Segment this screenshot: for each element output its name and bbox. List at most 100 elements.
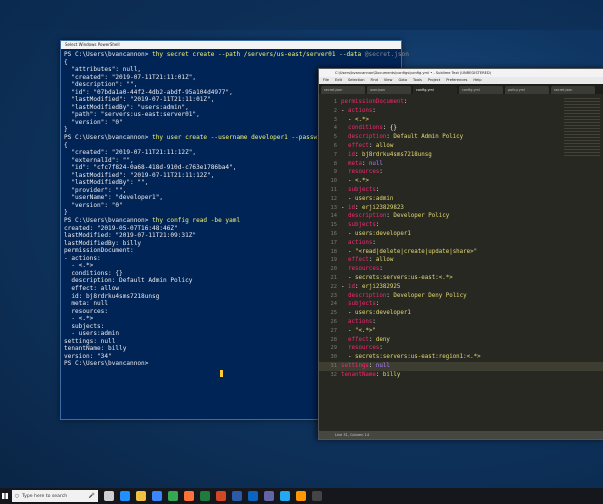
console-text: tenantName: billy (64, 345, 127, 353)
line-number: 31 (330, 362, 338, 369)
code-token: conditions (347, 125, 383, 132)
line-number: 9 (333, 169, 337, 176)
console-text: - users:admin (64, 330, 120, 338)
search-box[interactable]: ○ Type here to search 🎤 (12, 490, 98, 502)
editor-tab[interactable]: config.yml (459, 86, 503, 94)
code-line: - <.*> (341, 177, 481, 186)
sublime-icon[interactable] (296, 491, 306, 501)
search-placeholder: Type here to search (22, 493, 68, 499)
console-text: "lastModified": "2019-07-11T21:11:01Z", (64, 96, 215, 104)
chrome-icon[interactable] (168, 491, 178, 501)
code-token: - (341, 283, 348, 290)
menu-item-selection[interactable]: Selection (348, 78, 365, 82)
code-line: effect: deny (341, 336, 481, 345)
menu-item-preferences[interactable]: Preferences (446, 78, 467, 82)
editor-tab[interactable]: config.yml (413, 86, 457, 94)
code-token: allow (375, 142, 394, 149)
line-number: 22 (330, 283, 338, 290)
menu-item-find[interactable]: Find (371, 78, 378, 82)
console-line: PS C:\Users\bvancannon> thy secret creat… (64, 51, 409, 59)
editor-tab[interactable]: secret.json (551, 86, 595, 94)
powerpoint-icon[interactable] (216, 491, 226, 501)
code-line: - users:developer1 (341, 230, 481, 239)
vscode-icon[interactable] (280, 491, 290, 501)
menu-item-view[interactable]: View (384, 78, 393, 82)
microphone-icon[interactable]: 🎤 (89, 493, 95, 499)
code-line: subjects: (341, 186, 481, 195)
powershell-title[interactable]: Select Windows PowerShell (61, 41, 401, 49)
line-number: 23 (330, 292, 338, 299)
menu-item-goto[interactable]: Goto (398, 78, 407, 82)
sublime-title[interactable]: C:\Users\bvancannon\Documents\configs\co… (319, 69, 603, 77)
console-text: - <.*> (64, 262, 94, 270)
code-token: users:admin (354, 195, 394, 202)
code-line: effect: allow (341, 142, 481, 151)
console-text: "version": "0" (64, 201, 123, 209)
menu-item-file[interactable]: File (323, 78, 329, 82)
line-number: 29 (330, 345, 338, 352)
code-token: : (354, 151, 362, 158)
firefox-icon[interactable] (184, 491, 194, 501)
store-icon[interactable] (152, 491, 162, 501)
console-argument: @secret.json (364, 51, 409, 58)
minimap[interactable] (564, 98, 600, 158)
outlook-icon[interactable] (248, 491, 258, 501)
editor-tab[interactable]: secret.json (321, 86, 365, 94)
code-token: users:developer1 (354, 310, 411, 317)
code-line: resources: (341, 265, 481, 274)
code-token: : (372, 107, 376, 114)
editor-tab[interactable]: policy.yml (505, 86, 549, 94)
file-explorer-icon[interactable] (136, 491, 146, 501)
code-line: - "<.*>" (341, 327, 481, 336)
menu-item-edit[interactable]: Edit (335, 78, 342, 82)
code-token: secrets:servers:us-east:<.*> (354, 274, 453, 281)
code-line: - secrets:servers:us-east:<.*> (341, 274, 481, 283)
console-text: permissionDocument: (64, 247, 134, 255)
console-text: PS C:\Users\bvancannon> (64, 51, 153, 58)
code-token: resources (347, 345, 380, 352)
teams-icon[interactable] (264, 491, 274, 501)
console-text: "externalId": "", (64, 156, 134, 164)
code-line: id: bj8rdrku4sms7218unsg (341, 151, 481, 160)
code-token: Developer Deny Policy (393, 292, 467, 299)
editor-tab[interactable]: user.json (367, 86, 411, 94)
line-number: 7 (333, 151, 337, 158)
code-token: effect (347, 142, 369, 149)
task-view-icon[interactable] (104, 491, 114, 501)
sublime-window[interactable]: C:\Users\bvancannon\Documents\configs\co… (318, 68, 603, 440)
code-line: - "<read|delete|create|update|share>" (341, 248, 481, 257)
code-token: tenantName (341, 371, 376, 378)
code-token: : (375, 371, 383, 378)
code-token: allow (375, 257, 394, 264)
menu-item-help[interactable]: Help (473, 78, 481, 82)
menu-item-project[interactable]: Project (428, 78, 440, 82)
start-button[interactable] (0, 488, 10, 504)
code-token: : (403, 99, 408, 105)
console-text: description: Default Admin Policy (64, 277, 193, 285)
code-token: users:developer1 (354, 230, 411, 237)
edge-icon[interactable] (120, 491, 130, 501)
powershell-icon[interactable] (232, 491, 242, 501)
code-token: id (347, 204, 355, 211)
code-token: resources (347, 169, 380, 176)
code-line: - id: erji2382925 (341, 283, 481, 292)
code-token: - (341, 248, 355, 255)
excel-icon[interactable] (200, 491, 210, 501)
line-number: 24 (330, 301, 338, 308)
console-text: "id": "07bda1a0-44f2-4db2-abdf-95a104d49… (64, 88, 233, 96)
code-token: - (341, 107, 348, 114)
code-token: - (341, 274, 355, 281)
menu-item-tools[interactable]: Tools (413, 78, 422, 82)
code-token: effect (347, 257, 369, 264)
code-line: - id: erji23829823 (341, 204, 481, 213)
code-line: conditions: {} (341, 124, 481, 133)
code-token: : {} (382, 125, 397, 132)
code-line: permissionDocument: (341, 98, 481, 107)
code-token: id (347, 151, 355, 158)
sublime-editor[interactable]: 1 2 3 4 5 6 7 8 9 10 11 12 13 14 15 16 17 18 19 20 21 22 23 24 2… (319, 94, 603, 431)
line-number: 32 (330, 371, 338, 378)
terminal-icon[interactable] (312, 491, 322, 501)
code-area[interactable]: permissionDocument: - actions: - <.*> con… (341, 98, 481, 380)
